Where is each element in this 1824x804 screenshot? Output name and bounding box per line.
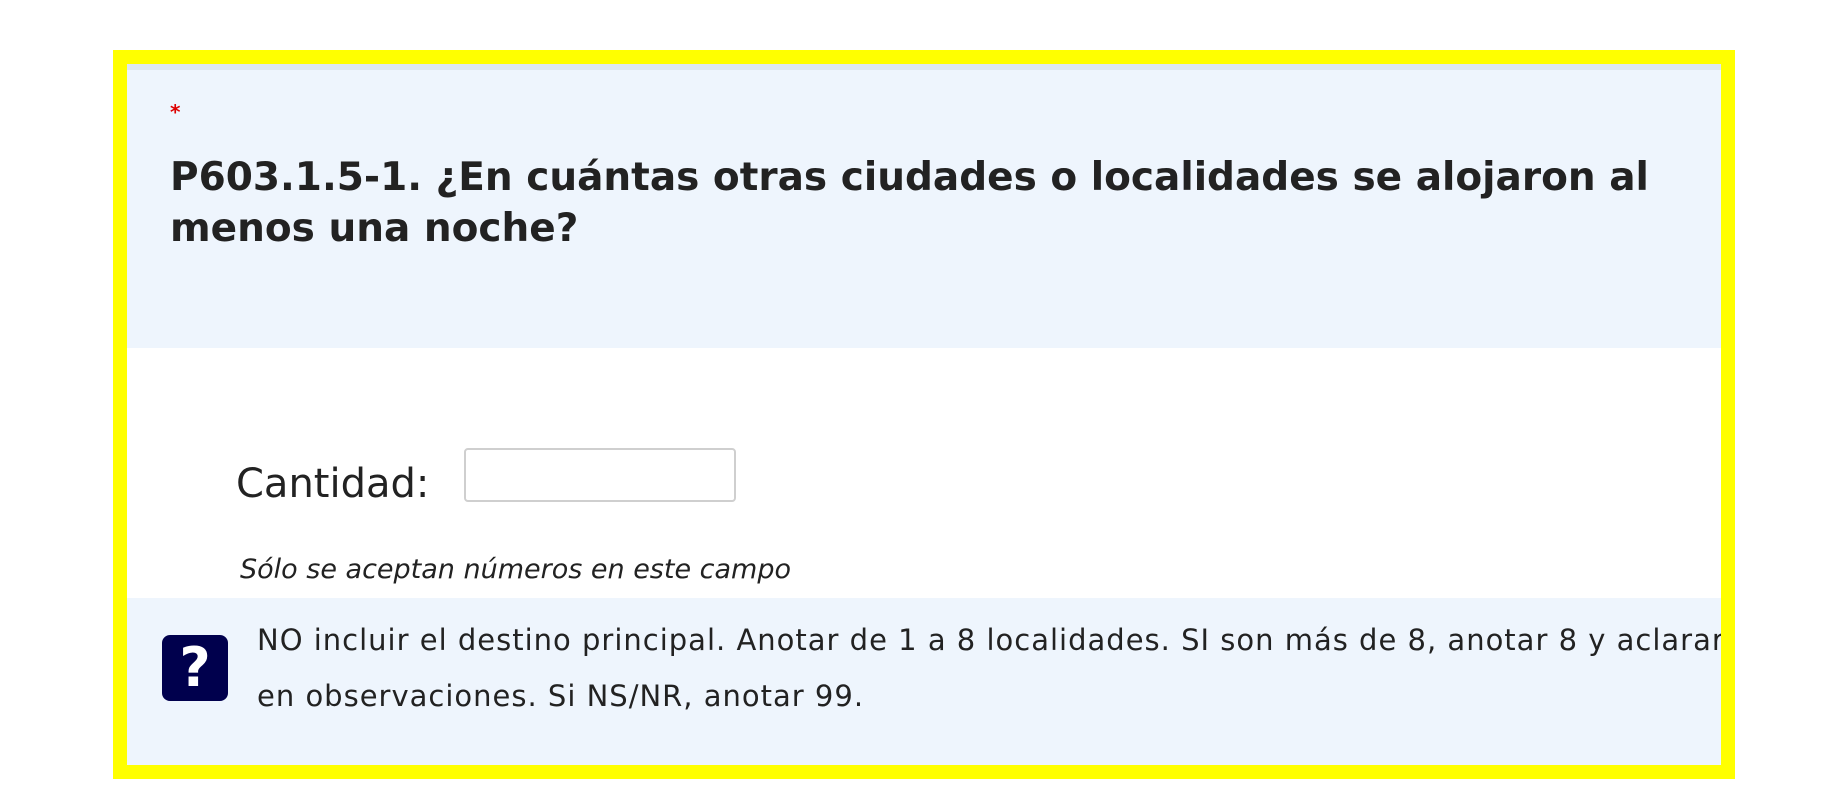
quantity-input[interactable]	[464, 448, 736, 502]
question-mark-icon: ?	[162, 635, 228, 701]
question-container: * P603.1.5-1. ¿En cuántas otras ciudades…	[113, 50, 1735, 779]
quantity-label: Cantidad:	[236, 461, 430, 507]
answer-area: Cantidad: Sólo se aceptan números en est…	[127, 348, 1721, 598]
question-title: P603.1.5-1. ¿En cuántas otras ciudades o…	[170, 155, 1649, 251]
numbers-only-hint: Sólo se aceptan números en este campo	[240, 554, 792, 585]
help-text: NO incluir el destino principal. Anotar …	[257, 623, 1725, 713]
mandatory-asterisk: *	[170, 100, 181, 124]
help-section: ? NO incluir el destino principal. Anota…	[127, 598, 1721, 765]
question-header: * P603.1.5-1. ¿En cuántas otras ciudades…	[127, 70, 1721, 348]
